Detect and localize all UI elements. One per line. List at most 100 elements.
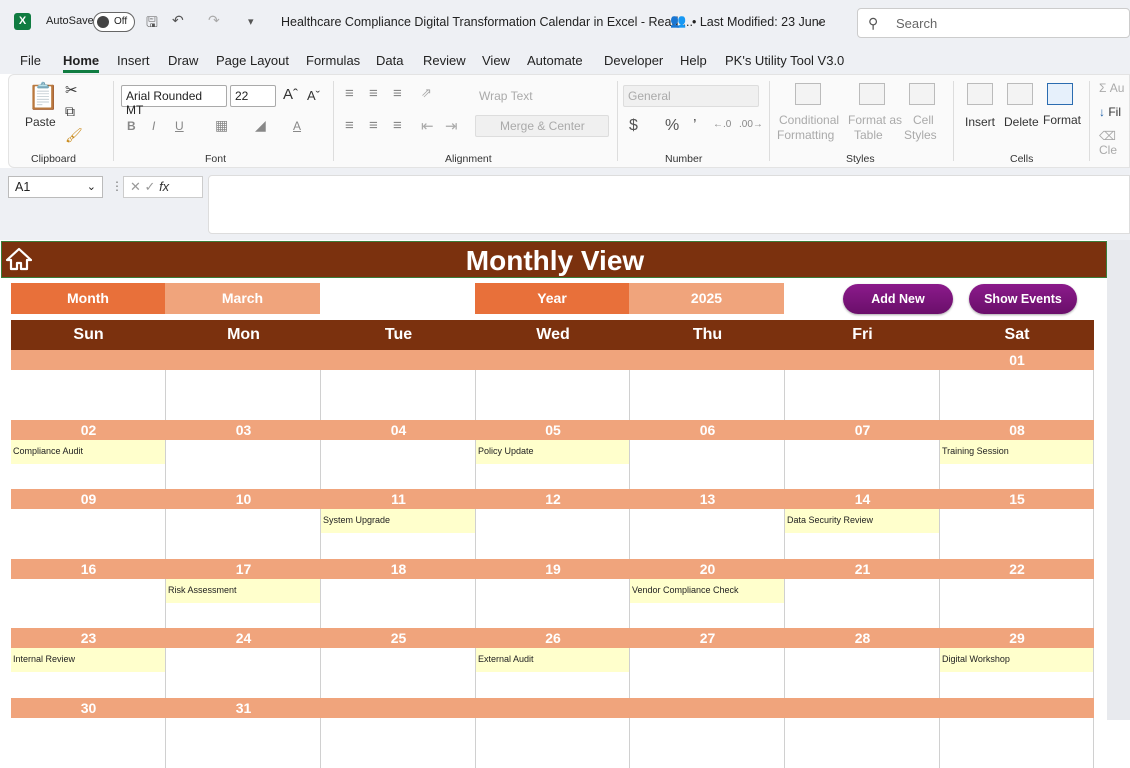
show-events-button[interactable]: Show Events (969, 284, 1077, 314)
align-left-icon[interactable]: ≡ (345, 117, 354, 134)
calendar-day-cell[interactable] (166, 717, 321, 768)
menu-insert[interactable]: Insert (117, 53, 150, 68)
event-label[interactable]: Internal Review (11, 648, 165, 672)
calendar-day-cell[interactable] (785, 648, 940, 698)
calendar-day-cell[interactable] (630, 370, 785, 420)
event-label[interactable]: Data Security Review (785, 509, 939, 533)
menu-data[interactable]: Data (376, 53, 403, 68)
wrap-text-button[interactable]: Wrap Text (479, 89, 533, 103)
menu-automate[interactable]: Automate (527, 53, 583, 68)
formatting-label[interactable]: Formatting (777, 128, 834, 142)
menu-page-layout[interactable]: Page Layout (216, 53, 289, 68)
paste-icon[interactable]: 📋 (27, 81, 59, 112)
font-color-icon[interactable]: A (293, 119, 301, 133)
menu-formulas[interactable]: Formulas (306, 53, 360, 68)
delete-cells-button[interactable]: Delete (1004, 115, 1039, 129)
insert-cells-button[interactable]: Insert (965, 115, 995, 129)
calendar-day-cell[interactable] (476, 717, 630, 768)
autosave-toggle[interactable]: Off (93, 12, 135, 32)
calendar-day-cell[interactable] (630, 648, 785, 698)
calendar-day-cell[interactable] (321, 370, 476, 420)
calendar-day-cell[interactable] (11, 717, 166, 768)
name-box[interactable]: A1 ⌄ (8, 176, 103, 198)
add-new-button[interactable]: Add New (843, 284, 953, 314)
event-label[interactable]: External Audit (476, 648, 629, 672)
menu-file[interactable]: File (20, 53, 41, 68)
italic-button[interactable]: I (152, 119, 155, 133)
format-as-table-icon[interactable] (859, 83, 885, 105)
event-label[interactable]: Policy Update (476, 439, 629, 464)
menu-draw[interactable]: Draw (168, 53, 198, 68)
calendar-day-cell[interactable] (785, 439, 940, 490)
calendar-day-cell[interactable] (476, 578, 630, 629)
calendar-day-cell[interactable] (11, 509, 166, 559)
increase-decimal-icon[interactable]: ←.0 (713, 119, 731, 130)
event-label[interactable]: Compliance Audit (11, 439, 165, 464)
calendar-day-cell[interactable] (166, 509, 321, 559)
menu-developer[interactable]: Developer (604, 53, 663, 68)
table-label[interactable]: Table (854, 128, 883, 142)
event-label[interactable]: Digital Workshop (940, 648, 1093, 672)
merge-center-button[interactable]: Merge & Center (475, 115, 609, 137)
chevron-down-icon[interactable]: ⌄ (815, 15, 824, 28)
redo-icon[interactable]: ↷ (208, 12, 220, 29)
calendar-day-cell[interactable] (630, 439, 785, 490)
currency-icon[interactable]: $ (629, 117, 638, 135)
fx-icon[interactable]: fx (159, 179, 169, 194)
format-cells-icon[interactable] (1047, 83, 1073, 105)
bold-button[interactable]: B (127, 119, 136, 133)
paste-button[interactable]: Paste (25, 115, 56, 129)
format-painter-icon[interactable]: 🖌 (65, 127, 83, 144)
percent-icon[interactable]: % (665, 117, 679, 135)
comma-icon[interactable]: ’ (693, 117, 697, 135)
menu-help[interactable]: Help (680, 53, 707, 68)
calendar-day-cell[interactable] (166, 439, 321, 490)
align-top-icon[interactable]: ≡ (345, 85, 354, 102)
calendar-day-cell[interactable] (476, 509, 630, 559)
format-cells-button[interactable]: Format (1043, 113, 1081, 127)
last-modified[interactable]: • Last Modified: 23 June (692, 15, 826, 29)
save-icon[interactable]: 🖫 (146, 12, 158, 36)
calendar-day-cell[interactable] (476, 370, 630, 420)
calendar-day-cell[interactable] (630, 509, 785, 559)
styles-label[interactable]: Styles (904, 128, 937, 142)
conditional-formatting-icon[interactable] (795, 83, 821, 105)
autosum-button[interactable]: Σ Au (1099, 81, 1124, 95)
underline-button[interactable]: U (175, 119, 184, 133)
enter-icon[interactable]: ✓ (145, 179, 156, 194)
calendar-day-cell[interactable] (630, 717, 785, 768)
copy-icon[interactable]: ⧉ (65, 103, 75, 120)
fill-button[interactable]: ↓ Fil (1099, 105, 1121, 119)
calendar-day-cell[interactable] (321, 648, 476, 698)
calendar-day-cell[interactable] (940, 717, 1094, 768)
calendar-day-cell[interactable] (321, 717, 476, 768)
number-format-select[interactable]: General (623, 85, 759, 107)
event-label[interactable]: Training Session (940, 439, 1093, 464)
event-label[interactable]: Risk Assessment (166, 578, 320, 603)
menu-view[interactable]: View (482, 53, 510, 68)
calendar-day-cell[interactable] (940, 370, 1094, 420)
insert-cells-icon[interactable] (967, 83, 993, 105)
month-select[interactable]: March (165, 283, 320, 314)
borders-icon[interactable]: ▦ (215, 117, 228, 134)
calendar-day-cell[interactable] (166, 370, 321, 420)
align-center-icon[interactable]: ≡ (369, 117, 378, 134)
cut-icon[interactable]: ✂ (65, 81, 78, 99)
clear-button[interactable]: ⌫ Cle (1099, 129, 1129, 157)
menu-review[interactable]: Review (423, 53, 466, 68)
align-right-icon[interactable]: ≡ (393, 117, 402, 134)
calendar-day-cell[interactable] (785, 370, 940, 420)
calendar-day-cell[interactable] (940, 578, 1094, 629)
decrease-font-icon[interactable]: Aˇ (307, 88, 320, 103)
format-as-label[interactable]: Format as (848, 113, 902, 127)
calendar-day-cell[interactable] (11, 370, 166, 420)
decrease-indent-icon[interactable]: ⇤ (421, 117, 434, 135)
share-people-icon[interactable]: 👥 (670, 13, 686, 29)
orientation-icon[interactable]: ⇗ (421, 85, 432, 101)
delete-cells-icon[interactable] (1007, 83, 1033, 105)
calendar-day-cell[interactable] (785, 578, 940, 629)
calendar-day-cell[interactable] (11, 578, 166, 629)
font-name-select[interactable]: Arial Rounded MT (121, 85, 227, 117)
menu-home[interactable]: Home (63, 53, 100, 73)
customize-qat-icon[interactable]: ▾ (248, 15, 254, 28)
